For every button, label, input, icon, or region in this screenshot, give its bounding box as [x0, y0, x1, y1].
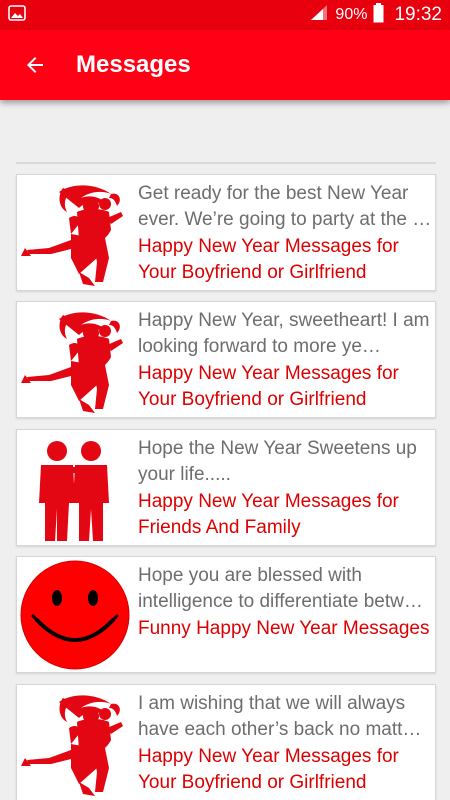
clock: 19:32	[394, 4, 442, 25]
app-bar: Messages	[0, 30, 450, 100]
list-item[interactable]: Hope you are blessed with intelligence t…	[16, 556, 436, 673]
list-divider	[16, 162, 436, 164]
couple-silhouette-icon	[21, 185, 123, 286]
message-category: Happy New Year Messages for Your Boyfrie…	[138, 746, 399, 793]
friends-silhouette-icon	[39, 441, 109, 541]
back-button[interactable]	[0, 30, 70, 100]
message-preview: Happy New Year, sweetheart! I am looking…	[138, 310, 430, 357]
message-category: Happy New Year Messages for Your Boyfrie…	[138, 236, 399, 283]
status-bar: 90% 19:32	[0, 0, 450, 30]
list-item[interactable]: I am wishing that we will always have ea…	[16, 684, 436, 800]
message-category: Happy New Year Messages for Your Boyfrie…	[138, 363, 399, 410]
battery-icon	[373, 2, 384, 28]
couple-silhouette-icon	[21, 312, 123, 413]
list-item[interactable]: Get ready for the best New Year ever. We…	[16, 174, 436, 291]
page-title: Messages	[76, 51, 191, 78]
message-category: Happy New Year Messages for Friends And …	[138, 491, 399, 538]
message-preview: Hope the New Year Sweetens up your life.…	[138, 438, 417, 485]
list-item[interactable]: Hope the New Year Sweetens up your life.…	[16, 429, 436, 546]
message-list[interactable]: Get ready for the best New Year ever. We…	[0, 100, 450, 800]
message-category: Funny Happy New Year Messages	[138, 618, 430, 639]
image-notification-icon	[8, 4, 26, 26]
smiley-face-icon	[19, 560, 131, 670]
arrow-back-icon	[27, 57, 43, 73]
signal-icon	[309, 4, 329, 27]
list-item[interactable]: Happy New Year, sweetheart! I am looking…	[16, 301, 436, 418]
message-preview: I am wishing that we will always have ea…	[138, 693, 422, 740]
message-preview: Get ready for the best New Year ever. We…	[138, 183, 432, 230]
message-preview: Hope you are blessed with intelligence t…	[138, 565, 423, 612]
battery-percent: 90%	[335, 6, 368, 23]
couple-silhouette-icon	[21, 695, 123, 796]
